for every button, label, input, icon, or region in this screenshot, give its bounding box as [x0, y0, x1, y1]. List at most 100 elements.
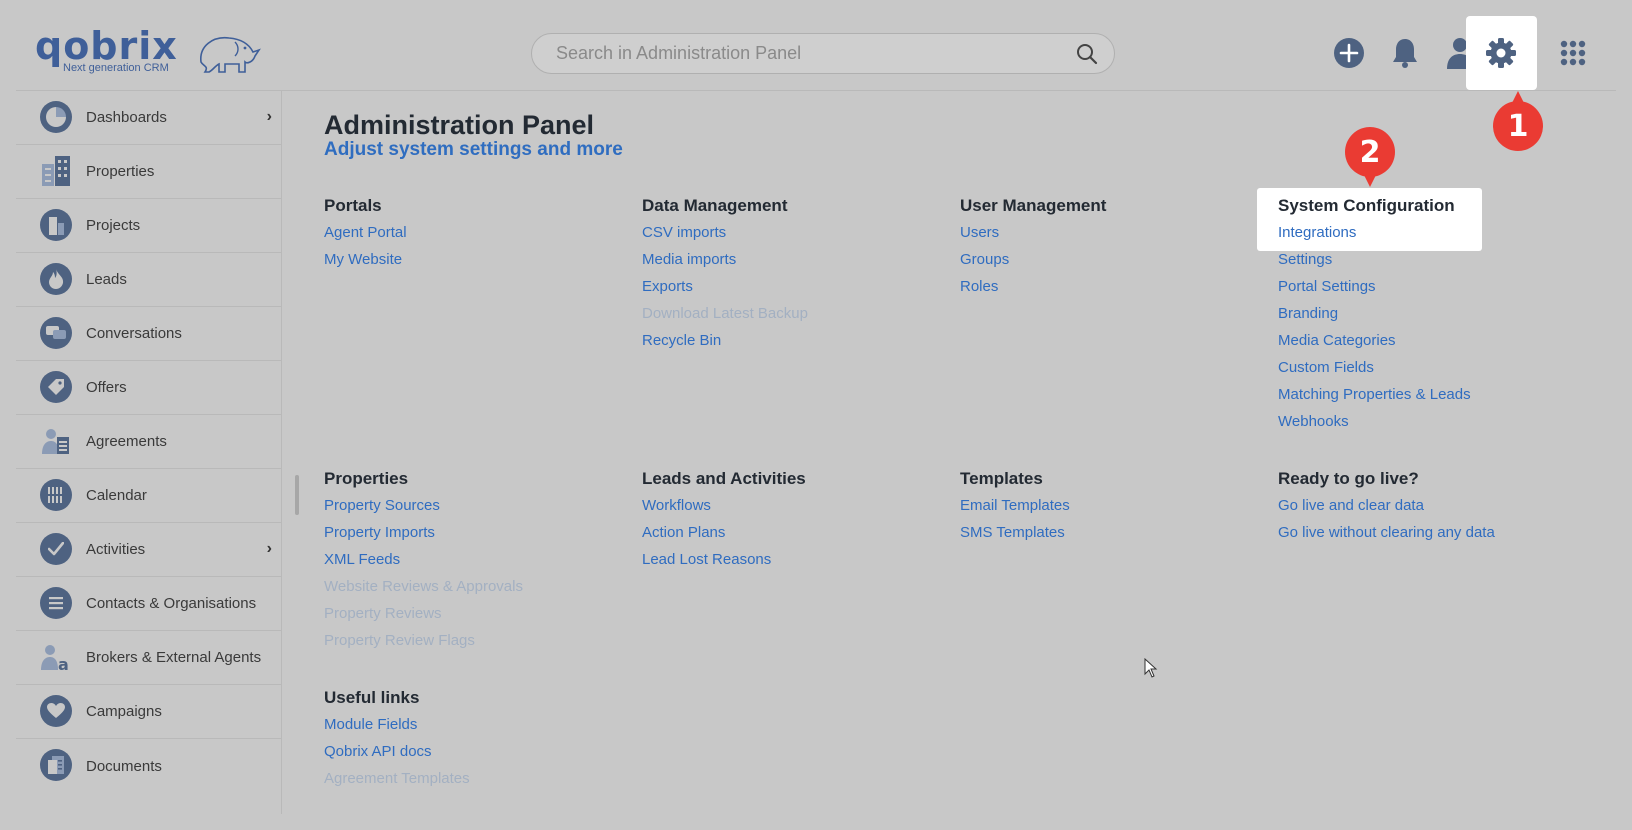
section-templates: Templates Email Templates SMS Templates: [960, 466, 1260, 546]
settings-button[interactable]: [1466, 16, 1537, 90]
heart-icon: [40, 695, 72, 727]
link-sms-templates[interactable]: SMS Templates: [960, 519, 1260, 546]
sidebar-item-label: Calendar: [86, 487, 147, 504]
checkmark-icon: [40, 533, 72, 565]
sidebar-item-campaigns[interactable]: Campaigns: [16, 685, 282, 739]
link-agreement-templates: Agreement Templates: [324, 770, 470, 787]
page-title: Administration Panel: [324, 110, 595, 140]
section-properties: Properties Property Sources Property Imp…: [324, 466, 624, 654]
project-building-icon: [40, 209, 72, 241]
section-system-configuration: System Configuration Integrations Settin…: [1278, 193, 1578, 435]
link-property-sources[interactable]: Property Sources: [324, 492, 624, 519]
sidebar-item-contacts-organisations[interactable]: Contacts & Organisations: [16, 577, 282, 631]
grid-apps-icon: [1560, 40, 1586, 66]
link-matching-properties-leads[interactable]: Matching Properties & Leads: [1278, 381, 1578, 408]
link-website-reviews-approvals: Website Reviews & Approvals: [324, 578, 523, 595]
sidebar-item-projects[interactable]: Projects: [16, 199, 282, 253]
section-heading: Data Management: [642, 196, 788, 215]
sidebar-item-offers[interactable]: Offers: [16, 361, 282, 415]
link-settings[interactable]: Settings: [1278, 246, 1578, 273]
link-my-website[interactable]: My Website: [324, 246, 624, 273]
link-download-latest-backup: Download Latest Backup: [642, 305, 808, 322]
step-badge-1: 1: [1493, 91, 1543, 151]
section-heading: Leads and Activities: [642, 469, 806, 488]
sidebar-item-agreements[interactable]: Agreements: [16, 415, 282, 469]
chat-icon: [40, 317, 72, 349]
section-heading: Ready to go live?: [1278, 469, 1419, 488]
search-icon[interactable]: [1076, 43, 1098, 65]
link-recycle-bin[interactable]: Recycle Bin: [642, 327, 942, 354]
link-integrations[interactable]: Integrations: [1278, 219, 1578, 246]
sidebar-item-documents[interactable]: Documents: [16, 739, 282, 793]
link-users[interactable]: Users: [960, 219, 1260, 246]
link-csv-imports[interactable]: CSV imports: [642, 219, 942, 246]
link-qobrix-api-docs[interactable]: Qobrix API docs: [324, 738, 624, 765]
sidebar-item-activities[interactable]: Activities ›: [16, 523, 282, 577]
sidebar-item-dashboards[interactable]: Dashboards ›: [16, 91, 282, 145]
sidebar-item-label: Leads: [86, 271, 127, 288]
link-property-reviews: Property Reviews: [324, 605, 442, 622]
link-go-live-keep-data[interactable]: Go live without clearing any data: [1278, 519, 1578, 546]
list-icon: [40, 587, 72, 619]
sidebar-item-calendar[interactable]: Calendar: [16, 469, 282, 523]
sidebar-item-properties[interactable]: Properties: [16, 145, 282, 199]
link-lead-lost-reasons[interactable]: Lead Lost Reasons: [642, 546, 942, 573]
sidebar-item-label: Campaigns: [86, 703, 162, 720]
sidebar-item-label: Agreements: [86, 433, 167, 450]
agreement-icon: [40, 425, 72, 457]
section-heading: User Management: [960, 196, 1107, 215]
add-button[interactable]: [1332, 36, 1366, 70]
link-exports[interactable]: Exports: [642, 273, 942, 300]
sidebar-item-label: Activities: [86, 541, 146, 558]
link-portal-settings[interactable]: Portal Settings: [1278, 273, 1578, 300]
chevron-right-icon: ›: [266, 540, 272, 557]
search-bar[interactable]: [531, 33, 1115, 74]
scrollbar-thumb[interactable]: [295, 475, 299, 515]
link-groups[interactable]: Groups: [960, 246, 1260, 273]
calendar-icon: [40, 479, 72, 511]
gear-icon: [1486, 38, 1516, 68]
section-heading: Templates: [960, 469, 1043, 488]
link-agent-portal[interactable]: Agent Portal: [324, 219, 624, 246]
sidebar-item-label: Conversations: [86, 325, 182, 342]
sidebar: Dashboards › Properties Projects Leads C…: [16, 91, 282, 814]
link-property-imports[interactable]: Property Imports: [324, 519, 624, 546]
sidebar-item-label: Contacts & Organisations: [86, 595, 257, 612]
link-roles[interactable]: Roles: [960, 273, 1260, 300]
search-input[interactable]: [556, 34, 1056, 73]
sidebar-item-label: Properties: [86, 163, 155, 180]
link-workflows[interactable]: Workflows: [642, 492, 942, 519]
elephant-logo-icon: [200, 37, 261, 73]
section-heading: System Configuration: [1278, 196, 1455, 215]
section-data-management: Data Management CSV imports Media import…: [642, 193, 942, 354]
sidebar-item-label: Brokers & External Agents: [86, 649, 262, 666]
section-useful-links: Useful links Module Fields Qobrix API do…: [324, 685, 624, 792]
link-branding[interactable]: Branding: [1278, 300, 1578, 327]
section-portals: Portals Agent Portal My Website: [324, 193, 624, 273]
link-media-imports[interactable]: Media imports: [642, 246, 942, 273]
link-xml-feeds[interactable]: XML Feeds: [324, 546, 624, 573]
apps-button[interactable]: [1556, 36, 1590, 70]
link-webhooks[interactable]: Webhooks: [1278, 408, 1578, 435]
buildings-icon: [40, 155, 72, 187]
qobrix-logo[interactable]: qobrix Next generation CRM: [35, 24, 261, 78]
document-icon: [40, 749, 72, 781]
link-module-fields[interactable]: Module Fields: [324, 711, 624, 738]
plus-circle-icon: [1334, 38, 1364, 68]
sidebar-item-brokers-external-agents[interactable]: a Brokers & External Agents: [16, 631, 282, 685]
sidebar-item-label: Projects: [86, 217, 141, 234]
section-heading: Portals: [324, 196, 382, 215]
notifications-button[interactable]: [1388, 36, 1422, 70]
link-email-templates[interactable]: Email Templates: [960, 492, 1260, 519]
link-action-plans[interactable]: Action Plans: [642, 519, 942, 546]
sidebar-item-leads[interactable]: Leads: [16, 253, 282, 307]
logo-tagline: Next generation CRM: [63, 62, 169, 74]
section-user-management: User Management Users Groups Roles: [960, 193, 1260, 300]
link-go-live-clear-data[interactable]: Go live and clear data: [1278, 492, 1578, 519]
pie-chart-icon: [40, 101, 72, 133]
sidebar-item-conversations[interactable]: Conversations: [16, 307, 282, 361]
link-property-review-flags: Property Review Flags: [324, 632, 475, 649]
link-media-categories[interactable]: Media Categories: [1278, 327, 1578, 354]
link-custom-fields[interactable]: Custom Fields: [1278, 354, 1578, 381]
section-heading: Properties: [324, 469, 409, 488]
